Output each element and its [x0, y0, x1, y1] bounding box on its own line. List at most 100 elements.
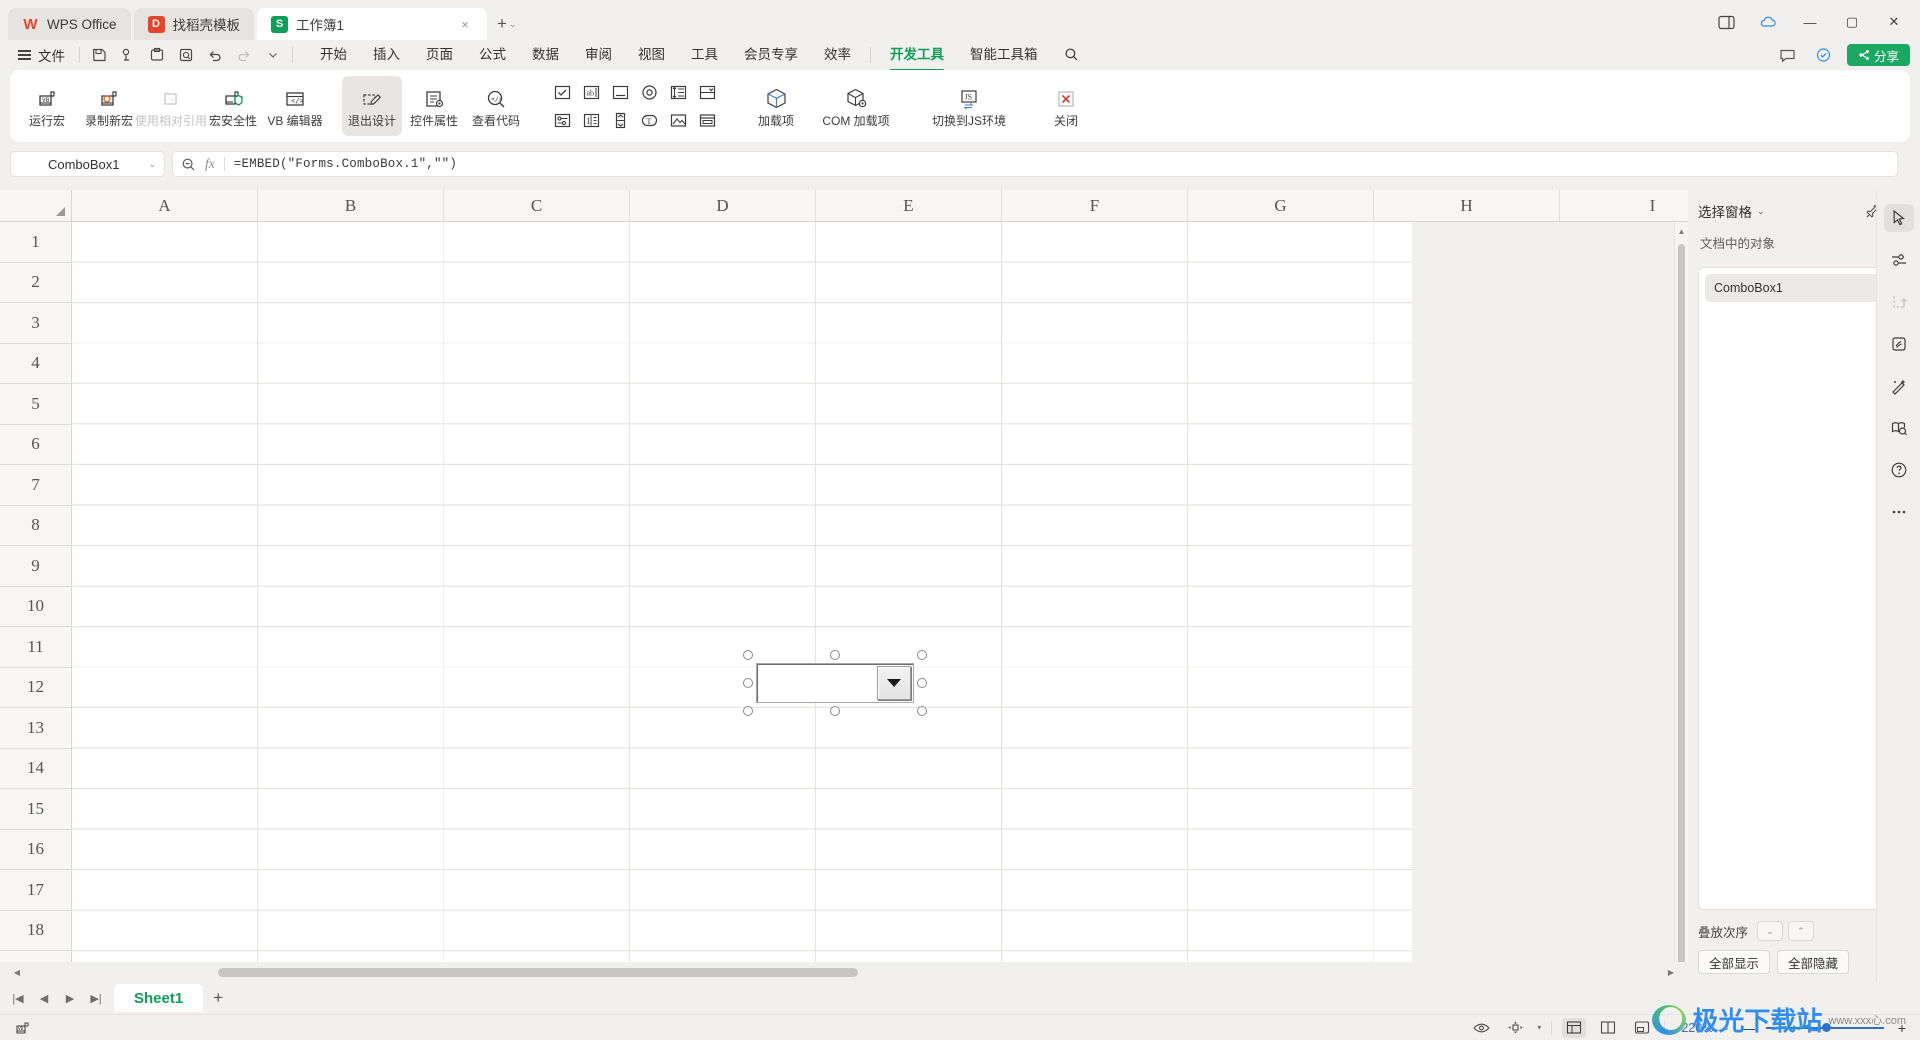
row-header[interactable]: 14 [0, 749, 71, 789]
help-circle-icon[interactable] [1884, 456, 1914, 484]
eye-status-icon[interactable] [1469, 1018, 1493, 1038]
column-header-G[interactable]: G [1188, 190, 1374, 221]
zoom-level[interactable]: 220% [1675, 1021, 1713, 1035]
layout-move-icon[interactable] [1503, 1018, 1527, 1038]
search-icon[interactable] [1051, 42, 1092, 68]
move-up-button[interactable]: ⌃ [1788, 921, 1815, 941]
insert-cell-icon[interactable] [1884, 288, 1914, 316]
vertical-scroll-thumb[interactable] [1678, 244, 1685, 982]
zoom-in-button[interactable]: + [1894, 1020, 1910, 1036]
magic-wand-icon[interactable] [1884, 372, 1914, 400]
toggle-control-icon[interactable] [549, 107, 576, 133]
hand-format-icon[interactable] [1884, 330, 1914, 358]
horizontal-scrollbar[interactable]: ◀ ▶ [0, 962, 1688, 982]
image-control-icon[interactable] [665, 107, 692, 133]
column-header-C[interactable]: C [444, 190, 630, 221]
chevron-down-icon[interactable]: ⌄ [148, 159, 156, 170]
move-down-button[interactable]: ⌄ [1757, 921, 1784, 941]
close-designer-button[interactable]: 关闭 [1036, 76, 1096, 136]
relative-reference-button[interactable]: “” 使用相对引用 [135, 76, 207, 136]
tab-page[interactable]: 页面 [413, 42, 466, 68]
column-header-A[interactable]: A [72, 190, 258, 221]
tab-data[interactable]: 数据 [519, 42, 572, 68]
js-env-button[interactable]: JS 切换到JS环境 [919, 76, 1019, 136]
cloud-status-icon[interactable] [1748, 8, 1788, 36]
reading-view-icon[interactable] [1630, 1018, 1654, 1038]
spinner-control-icon[interactable]: 1 [578, 107, 605, 133]
prev-sheet-icon[interactable]: ◀ [32, 987, 56, 1009]
row-header[interactable]: 17 [0, 870, 71, 911]
button-control-icon[interactable] [607, 79, 634, 105]
column-header-E[interactable]: E [816, 190, 1002, 221]
tab-member[interactable]: 会员专享 [731, 42, 811, 68]
row-header[interactable]: 6 [0, 425, 71, 465]
tab-efficiency[interactable]: 效率 [811, 42, 864, 68]
close-icon[interactable]: × [457, 17, 473, 32]
scrollbar-control-icon[interactable] [607, 107, 634, 133]
frame-control-icon[interactable] [694, 107, 721, 133]
tab-formula[interactable]: 公式 [466, 42, 519, 68]
minimize-button[interactable]: — [1790, 8, 1830, 36]
properties-slider-icon[interactable] [1884, 246, 1914, 274]
tab-daoke-template[interactable]: D 找稻壳模板 [133, 8, 255, 40]
chevron-down-icon[interactable]: ⌄ [1723, 1023, 1730, 1032]
combobox-object[interactable] [756, 663, 914, 703]
record-macro-button[interactable]: 录制新宏 [79, 76, 139, 136]
row-header[interactable]: 16 [0, 830, 71, 870]
select-all-corner[interactable] [0, 190, 72, 221]
row-header[interactable]: 5 [0, 384, 71, 425]
control-properties-button[interactable]: 控件属性 [404, 76, 464, 136]
horizontal-scroll-track[interactable] [28, 967, 1660, 977]
tab-insert[interactable]: 插入 [360, 42, 413, 68]
spreadsheet-canvas[interactable]: A B C D E F G H I 1 2 3 4 5 6 7 8 9 10 1… [0, 190, 1688, 982]
new-tab-button[interactable]: + ⌄ [487, 8, 522, 40]
file-menu-button[interactable]: 文件 [10, 43, 73, 67]
maximize-button[interactable]: ▢ [1832, 8, 1872, 36]
column-header-F[interactable]: F [1002, 190, 1188, 221]
cloud-sync-icon[interactable] [1811, 43, 1837, 67]
combobox-control-icon[interactable] [694, 79, 721, 105]
view-code-button[interactable]: </> 查看代码 [466, 76, 526, 136]
column-header-D[interactable]: D [630, 190, 816, 221]
print-icon[interactable] [144, 43, 170, 67]
tab-workbook1[interactable]: S 工作簿1 × [257, 8, 488, 40]
formula-zoom-icon[interactable] [181, 157, 196, 172]
tab-smart-toolbox[interactable]: 智能工具箱 [957, 42, 1051, 68]
next-sheet-icon[interactable]: ▶ [58, 987, 82, 1009]
scroll-left-icon[interactable]: ◀ [6, 968, 28, 977]
normal-view-icon[interactable] [1562, 1017, 1587, 1038]
tab-developer-tools[interactable]: 开发工具 [877, 42, 957, 71]
row-header[interactable]: 9 [0, 546, 71, 587]
zoom-slider-knob[interactable] [1822, 1023, 1831, 1032]
row-header[interactable]: 4 [0, 344, 71, 384]
combobox-dropdown-arrow-icon[interactable] [877, 666, 911, 700]
tab-review[interactable]: 审阅 [572, 42, 625, 68]
tab-view[interactable]: 视图 [625, 42, 678, 68]
last-sheet-icon[interactable]: ▶| [84, 987, 108, 1009]
row-header[interactable]: 3 [0, 303, 71, 344]
cursor-select-icon[interactable] [1883, 204, 1914, 232]
com-addin-button[interactable]: COM 加载项 [810, 76, 902, 136]
close-button[interactable]: ✕ [1874, 8, 1914, 36]
print-search-icon[interactable] [173, 43, 199, 67]
cell-area[interactable] [72, 222, 1688, 982]
row-header[interactable]: 18 [0, 911, 71, 951]
tab-wps-office[interactable]: W WPS Office [8, 8, 131, 40]
save-icon[interactable] [86, 43, 112, 67]
row-header[interactable]: 1 [0, 222, 71, 263]
formula-input-wrapper[interactable]: fx =EMBED("Forms.ComboBox.1","") [172, 151, 1898, 177]
list-item[interactable]: ComboBox1 [1705, 274, 1903, 302]
column-header-H[interactable]: H [1374, 190, 1560, 221]
horizontal-scroll-thumb[interactable] [218, 967, 858, 977]
row-header[interactable]: 7 [0, 465, 71, 506]
vb-status-icon[interactable]: VB [10, 1018, 34, 1038]
row-header[interactable]: 11 [0, 627, 71, 668]
layout-icon[interactable] [1706, 8, 1746, 36]
undo-icon[interactable] [202, 43, 228, 67]
row-header[interactable]: 2 [0, 263, 71, 303]
row-header[interactable]: 15 [0, 789, 71, 830]
print-preview-icon[interactable] [115, 43, 141, 67]
add-sheet-button[interactable]: + [203, 988, 233, 1008]
first-sheet-icon[interactable]: |◀ [6, 987, 30, 1009]
hide-all-button[interactable]: 全部隐藏 [1777, 950, 1850, 974]
